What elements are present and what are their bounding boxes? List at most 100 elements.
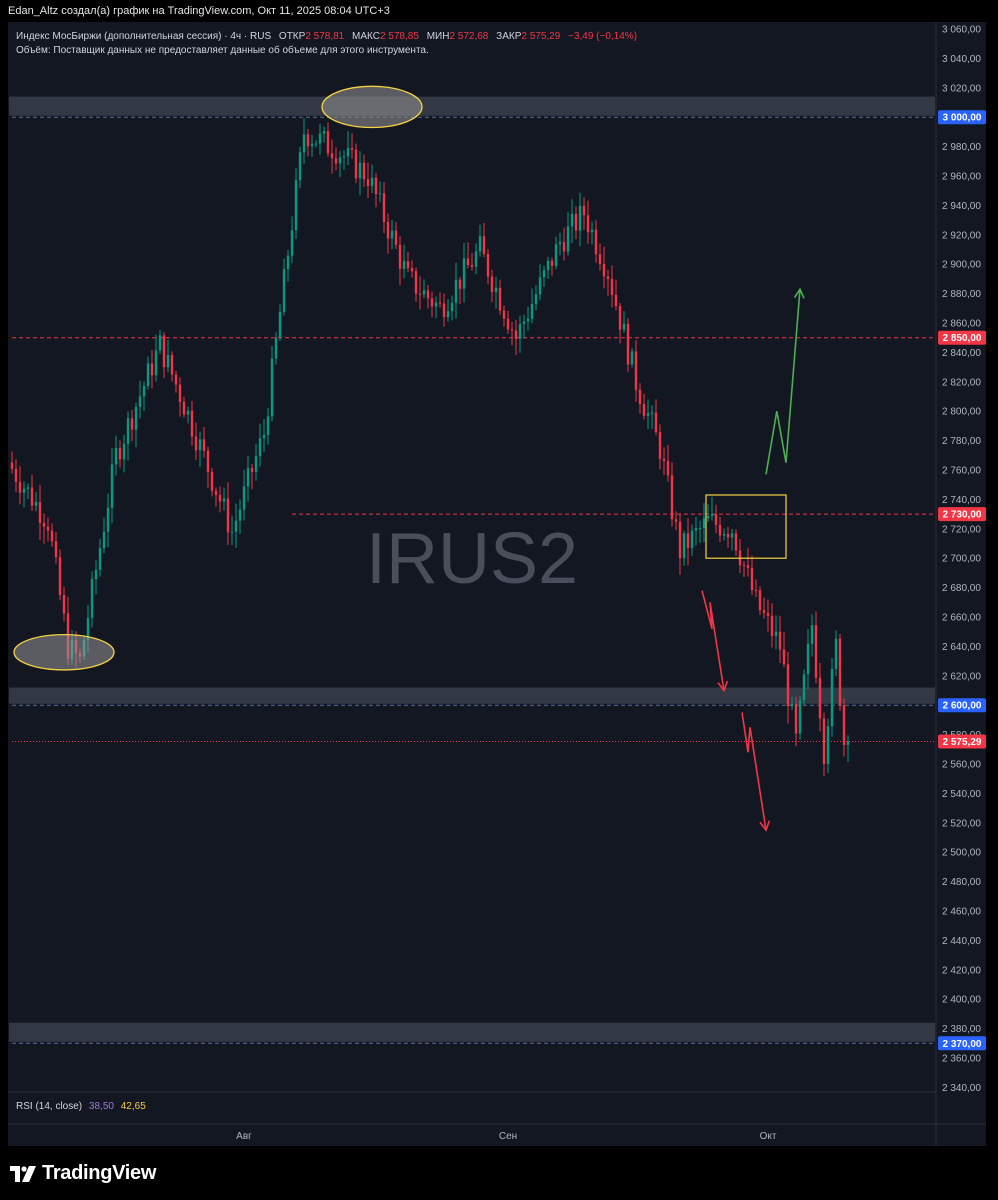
y-tick-label: 2 680,00	[942, 583, 981, 594]
candle-body	[110, 464, 114, 508]
candle-body	[250, 468, 254, 472]
candle-body	[58, 557, 62, 596]
candle-body	[538, 277, 542, 295]
candle-body	[458, 279, 462, 289]
candle-body	[694, 528, 698, 531]
candle-body	[322, 131, 326, 134]
legend-high-label: МАКС	[352, 31, 380, 42]
legend-volume-note: Объём: Поставщик данных не предоставляет…	[16, 45, 429, 56]
y-tick-label: 2 420,00	[942, 965, 981, 976]
candle-body	[506, 318, 510, 330]
candle-body	[362, 162, 366, 180]
candle-body	[498, 287, 502, 311]
y-tick-label: 2 460,00	[942, 907, 981, 918]
candle-body	[610, 278, 614, 295]
candle-body	[202, 439, 206, 451]
candle-body	[518, 323, 522, 339]
legend-close-label: ЗАКР	[496, 31, 522, 42]
candle-body	[30, 487, 34, 506]
candle-body	[390, 230, 394, 239]
candle-body	[758, 590, 762, 611]
tradingview-logo-icon	[10, 1165, 36, 1182]
candle-body	[62, 595, 66, 614]
highlight-ellipse-1	[321, 85, 423, 129]
y-tick-label: 3 060,00	[942, 25, 981, 36]
candle-body	[234, 520, 238, 532]
candle-body	[818, 677, 822, 719]
candle-body	[566, 226, 570, 252]
candle-body	[42, 522, 46, 527]
price-tag-label: 2 600,00	[943, 701, 982, 712]
candle-body	[810, 625, 814, 644]
candle-body	[826, 726, 830, 764]
x-tick-label: Окт	[760, 1131, 777, 1142]
candle-body	[274, 337, 278, 359]
candle-body	[482, 236, 486, 254]
candle-body	[754, 590, 758, 592]
candle-body	[394, 230, 398, 245]
legend-open-value: 2 578,81	[305, 31, 345, 42]
candle-body	[546, 260, 550, 271]
candle-body	[474, 251, 478, 267]
candle-body	[90, 579, 94, 618]
y-tick-label: 2 360,00	[942, 1054, 981, 1065]
price-chart[interactable]: IRUS2 3 060,00 3 040,00 3 020,00 3 000,00 2 9…	[0, 0, 998, 1160]
candle-body	[798, 700, 802, 734]
candle-body	[382, 193, 386, 222]
y-tick-label: 2 540,00	[942, 789, 981, 800]
y-tick-label: 2 740,00	[942, 495, 981, 506]
candle-body	[186, 410, 190, 415]
candle-body	[598, 254, 602, 264]
candle-body	[146, 363, 150, 387]
candle-body	[710, 514, 714, 516]
candle-body	[682, 533, 686, 559]
candle-body	[134, 406, 138, 430]
candle-body	[606, 276, 610, 279]
price-tag-label: 2 730,00	[943, 510, 982, 521]
candle-body	[34, 502, 38, 506]
candle-body	[626, 323, 630, 365]
candle-body	[246, 468, 250, 487]
candle-body	[658, 432, 662, 459]
y-tick-label: 2 620,00	[942, 671, 981, 682]
y-tick-label: 2 780,00	[942, 436, 981, 447]
candle-body	[286, 255, 290, 270]
candle-body	[230, 531, 234, 533]
candle-body	[330, 153, 334, 159]
candle-body	[166, 354, 170, 368]
candle-body	[254, 456, 258, 472]
candle-body	[214, 490, 218, 495]
candle-body	[22, 488, 26, 493]
candle-body	[98, 548, 102, 570]
candle-body	[226, 498, 230, 533]
price-tag-label: 2 850,00	[943, 333, 982, 344]
candle-body	[222, 498, 226, 502]
y-tick-label: 2 820,00	[942, 377, 981, 388]
candle-body	[182, 401, 186, 415]
y-tick-label: 3 040,00	[942, 54, 981, 65]
candle-body	[578, 205, 582, 231]
y-tick-label: 2 440,00	[942, 936, 981, 947]
candle-body	[666, 460, 670, 476]
support-resistance-zone-2	[9, 1022, 935, 1042]
candle-body	[510, 329, 514, 331]
candle-body	[26, 487, 30, 489]
candle-body	[354, 149, 358, 179]
forecast-arrow-1	[701, 590, 725, 691]
legend-change: −3,49 (−0,14%)	[568, 31, 638, 42]
candle-body	[190, 410, 194, 437]
candle-body	[618, 306, 622, 330]
candle-body	[242, 486, 246, 510]
highlight-ellipse-0	[13, 633, 115, 671]
candle-body	[762, 610, 766, 613]
candle-body	[278, 311, 282, 338]
tradingview-logo[interactable]: TradingView	[10, 1162, 156, 1185]
candle-body	[582, 205, 586, 216]
candle-body	[174, 374, 178, 385]
legend-line1: Индекс МосБиржи (дополнительная сессия) …	[16, 30, 637, 44]
legend-close-value: 2 575,29	[521, 31, 561, 42]
candle-body	[770, 615, 774, 636]
y-tick-label: 2 640,00	[942, 642, 981, 653]
candle-body	[550, 260, 554, 266]
candle-body	[706, 515, 710, 519]
